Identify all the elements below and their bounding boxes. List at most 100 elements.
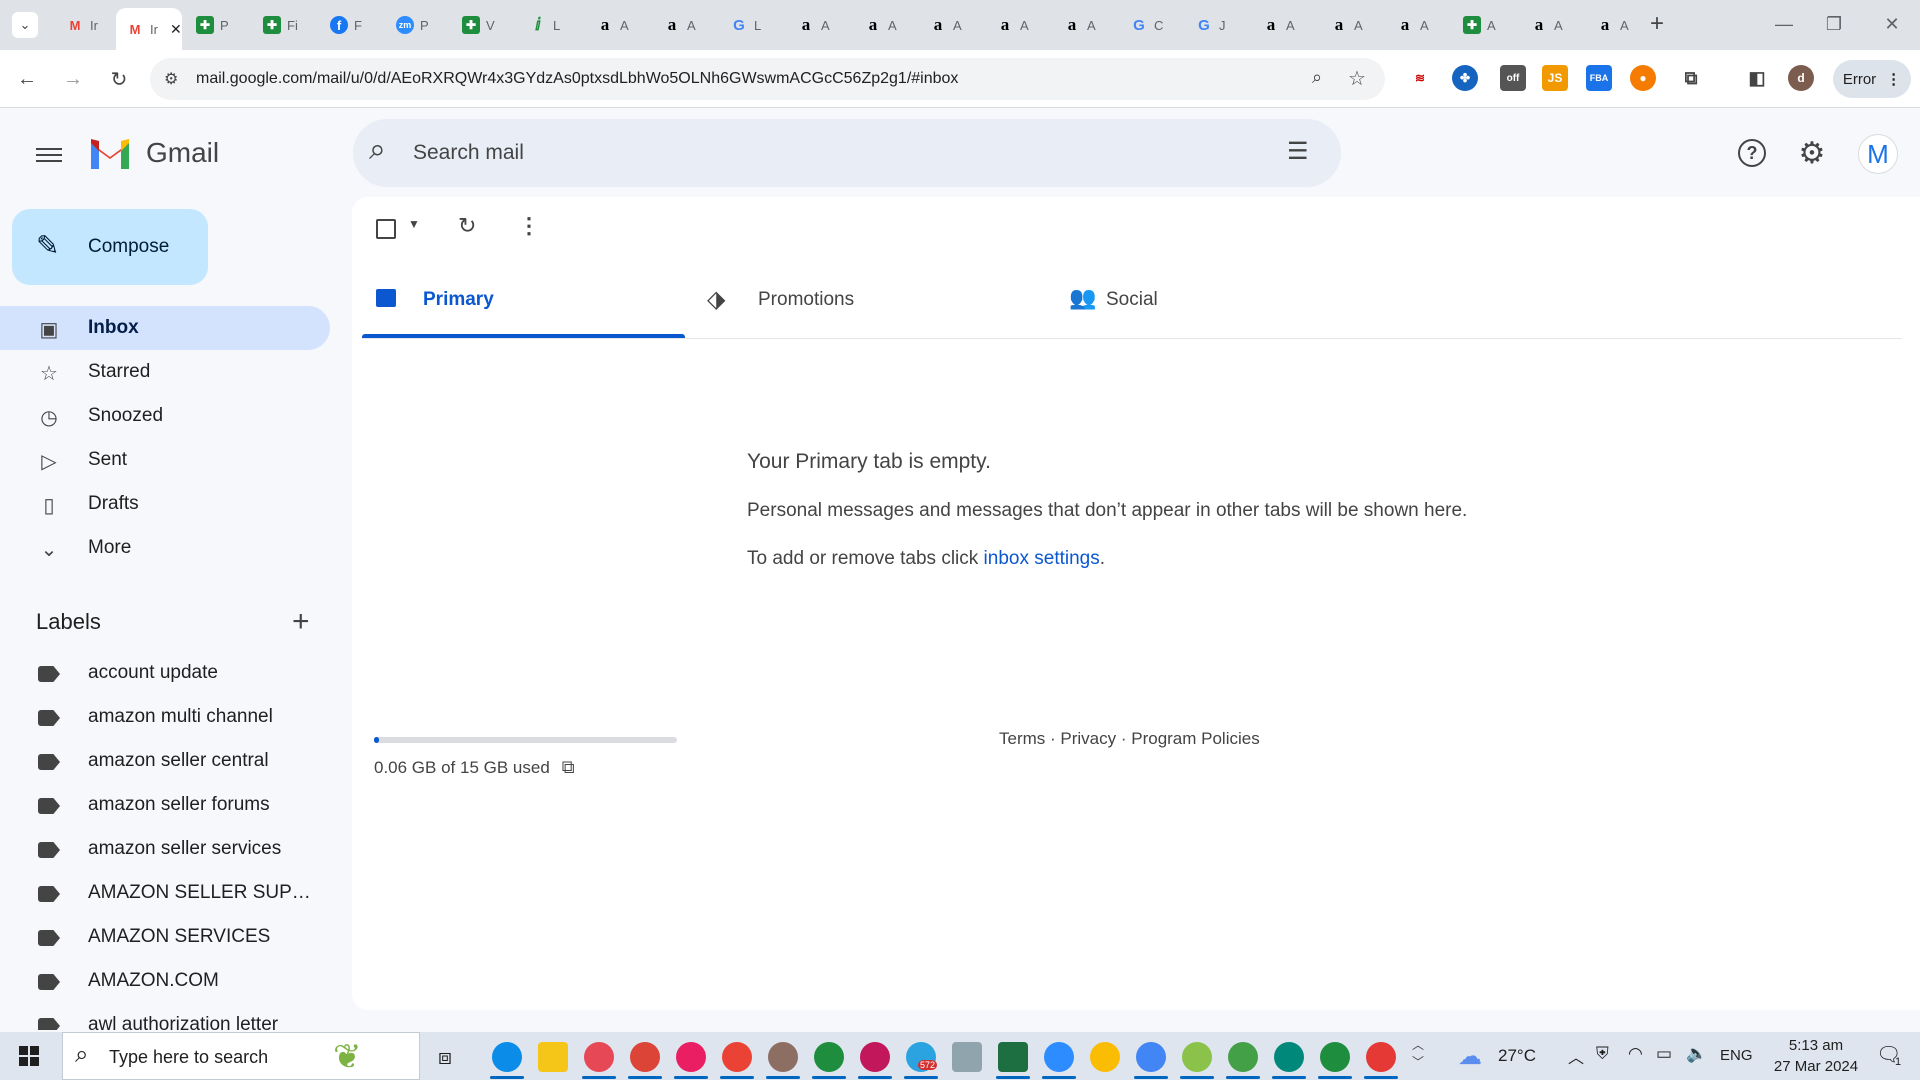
label-item[interactable]: awl authorization letter xyxy=(0,1004,330,1030)
extension-2-icon[interactable]: ✤ xyxy=(1452,65,1478,91)
security-icon[interactable]: ⛨ xyxy=(1596,1044,1609,1064)
tab-primary[interactable]: Primary xyxy=(362,197,685,341)
chrome-profile-1-icon[interactable] xyxy=(630,1042,660,1072)
browser-tab[interactable]: GC xyxy=(1120,8,1186,42)
search-bar[interactable]: ⌕ Search mail ☰ xyxy=(353,119,1341,187)
label-item[interactable]: AMAZON.COM xyxy=(0,960,330,1004)
close-tab-icon[interactable]: ✕ xyxy=(170,21,182,38)
chrome-profile-11-icon[interactable] xyxy=(1320,1042,1350,1072)
program-policies-link[interactable]: Program Policies xyxy=(1131,729,1260,748)
extension-off-icon[interactable]: off xyxy=(1500,65,1526,91)
sidebar-item-inbox[interactable]: ▣ Inbox xyxy=(0,306,330,350)
edge-icon[interactable] xyxy=(492,1042,522,1072)
profile-avatar[interactable]: d xyxy=(1788,65,1814,91)
notepad-icon[interactable] xyxy=(952,1042,982,1072)
snipping-tool-icon[interactable] xyxy=(584,1042,614,1072)
tab-promotions[interactable]: ⬗ Promotions xyxy=(685,197,1033,341)
weather-temp[interactable]: 27°C xyxy=(1498,1046,1536,1066)
search-options-icon[interactable]: ☰ xyxy=(1287,137,1309,166)
error-menu-button[interactable]: Error ⋮ xyxy=(1833,60,1911,98)
browser-tab[interactable]: aA xyxy=(1386,8,1452,42)
forward-button[interactable]: → xyxy=(58,64,88,94)
label-item[interactable]: AMAZON SELLER SUPP... xyxy=(0,872,330,916)
taskbar-search-input[interactable]: Type here to search xyxy=(109,1047,268,1068)
browser-tab[interactable]: ✚ A xyxy=(1453,8,1519,42)
extension-js-icon[interactable]: JS xyxy=(1542,65,1568,91)
open-external-icon[interactable]: ⧉ xyxy=(562,757,575,777)
telegram-icon[interactable]: 572 xyxy=(906,1042,938,1072)
compose-button[interactable]: ✎ Compose xyxy=(12,209,208,285)
file-explorer-icon[interactable] xyxy=(538,1042,568,1072)
gmail-logo-text[interactable]: Gmail xyxy=(146,137,219,169)
terms-link[interactable]: Terms xyxy=(999,729,1045,748)
excel-icon[interactable] xyxy=(998,1042,1028,1072)
gmail-logo-icon[interactable] xyxy=(88,137,132,169)
browser-tab[interactable]: M Ir xyxy=(56,8,122,42)
tab-search-button[interactable]: ⌄ xyxy=(12,12,38,38)
browser-tab[interactable]: aA xyxy=(1053,8,1119,42)
browser-tab[interactable]: ✚ P xyxy=(186,8,252,42)
chrome-profile-3-icon[interactable] xyxy=(722,1042,752,1072)
tray-scroll-icon[interactable]: ︿ ﹀ xyxy=(1412,1036,1424,1070)
browser-tab[interactable]: aA xyxy=(1520,8,1586,42)
bookmark-star-icon[interactable]: ☆ xyxy=(1348,66,1366,91)
browser-tab[interactable]: GJ xyxy=(1185,8,1251,42)
extension-orange-icon[interactable]: ● xyxy=(1630,65,1656,91)
site-info-icon[interactable]: ⚙ xyxy=(164,69,178,89)
windows-start-icon[interactable] xyxy=(19,1046,39,1066)
show-hidden-icons-icon[interactable]: ︿ xyxy=(1568,1044,1584,1068)
browser-tab[interactable]: GL xyxy=(720,8,786,42)
browser-tab[interactable]: aA xyxy=(1586,8,1652,42)
sidebar-item-snoozed[interactable]: ◷ Snoozed xyxy=(0,394,330,438)
help-icon[interactable]: ? xyxy=(1732,133,1772,173)
taskbar-search[interactable]: ⌕ Type here to search ❦ xyxy=(62,1032,420,1080)
storage-usage[interactable]: 0.06 GB of 15 GB used ⧉ xyxy=(374,757,575,778)
add-label-icon[interactable]: + xyxy=(292,605,310,639)
zoom-icon[interactable]: ⌕ xyxy=(1312,67,1322,88)
weather-icon[interactable]: ☁ xyxy=(1458,1042,1482,1071)
task-view-icon[interactable]: ⧈ xyxy=(438,1044,452,1070)
browser-tab[interactable]: ✚ Fi xyxy=(253,8,319,42)
privacy-link[interactable]: Privacy xyxy=(1060,729,1116,748)
sidebar-item-sent[interactable]: ▷ Sent xyxy=(0,438,330,482)
chrome-profile-5-icon[interactable] xyxy=(814,1042,844,1072)
account-avatar[interactable]: M xyxy=(1858,134,1898,174)
browser-tab[interactable]: aA xyxy=(1320,8,1386,42)
clock-time[interactable]: 5:13 am xyxy=(1766,1037,1866,1054)
chrome-profile-6-icon[interactable] xyxy=(860,1042,890,1072)
wifi-icon[interactable]: ◠ xyxy=(1628,1044,1643,1064)
browser-tab[interactable]: aA xyxy=(787,8,853,42)
sidebar-item-starred[interactable]: ☆ Starred xyxy=(0,350,330,394)
browser-tab[interactable]: zm P xyxy=(386,8,452,42)
chrome-profile-8-icon[interactable] xyxy=(1182,1042,1212,1072)
browser-tab[interactable]: M Ir ✕ xyxy=(116,8,182,50)
chrome-profile-7-icon[interactable] xyxy=(1136,1042,1166,1072)
back-button[interactable]: ← xyxy=(12,64,42,94)
chrome-profile-12-icon[interactable] xyxy=(1366,1042,1396,1072)
restore-button[interactable]: ❐ xyxy=(1806,0,1862,48)
label-item[interactable]: amazon multi channel xyxy=(0,696,330,740)
inbox-settings-link[interactable]: inbox settings xyxy=(984,548,1100,569)
volume-icon[interactable]: 🔈 xyxy=(1686,1044,1707,1064)
main-menu-icon[interactable] xyxy=(36,144,62,164)
extension-fba-icon[interactable]: FBA xyxy=(1586,65,1612,91)
tab-social[interactable]: 👥 Social xyxy=(1033,197,1381,341)
browser-tab[interactable]: fF xyxy=(320,8,386,42)
close-window-button[interactable]: ✕ xyxy=(1864,0,1920,48)
zoom-icon[interactable] xyxy=(1044,1042,1074,1072)
extensions-puzzle-icon[interactable]: ⧉ xyxy=(1678,65,1704,91)
address-bar[interactable]: ⚙ mail.google.com/mail/u/0/d/AEoRXRQWr4x… xyxy=(150,58,1385,100)
chrome-profile-9-icon[interactable] xyxy=(1228,1042,1258,1072)
clock-date[interactable]: 27 Mar 2024 xyxy=(1756,1058,1876,1075)
chrome-profile-4-icon[interactable] xyxy=(768,1042,798,1072)
minimize-button[interactable]: — xyxy=(1756,0,1812,48)
new-tab-button[interactable]: + xyxy=(1650,10,1664,38)
browser-tab[interactable]: aA xyxy=(919,8,985,42)
sidebar-item-drafts[interactable]: ▯ Drafts xyxy=(0,482,330,526)
browser-tab[interactable]: ✚ V xyxy=(452,8,518,42)
label-item[interactable]: amazon seller central xyxy=(0,740,330,784)
language-indicator[interactable]: ENG xyxy=(1720,1047,1753,1064)
chrome-profile-2-icon[interactable] xyxy=(676,1042,706,1072)
browser-tab[interactable]: aA xyxy=(986,8,1052,42)
reload-button[interactable]: ↻ xyxy=(104,64,134,94)
